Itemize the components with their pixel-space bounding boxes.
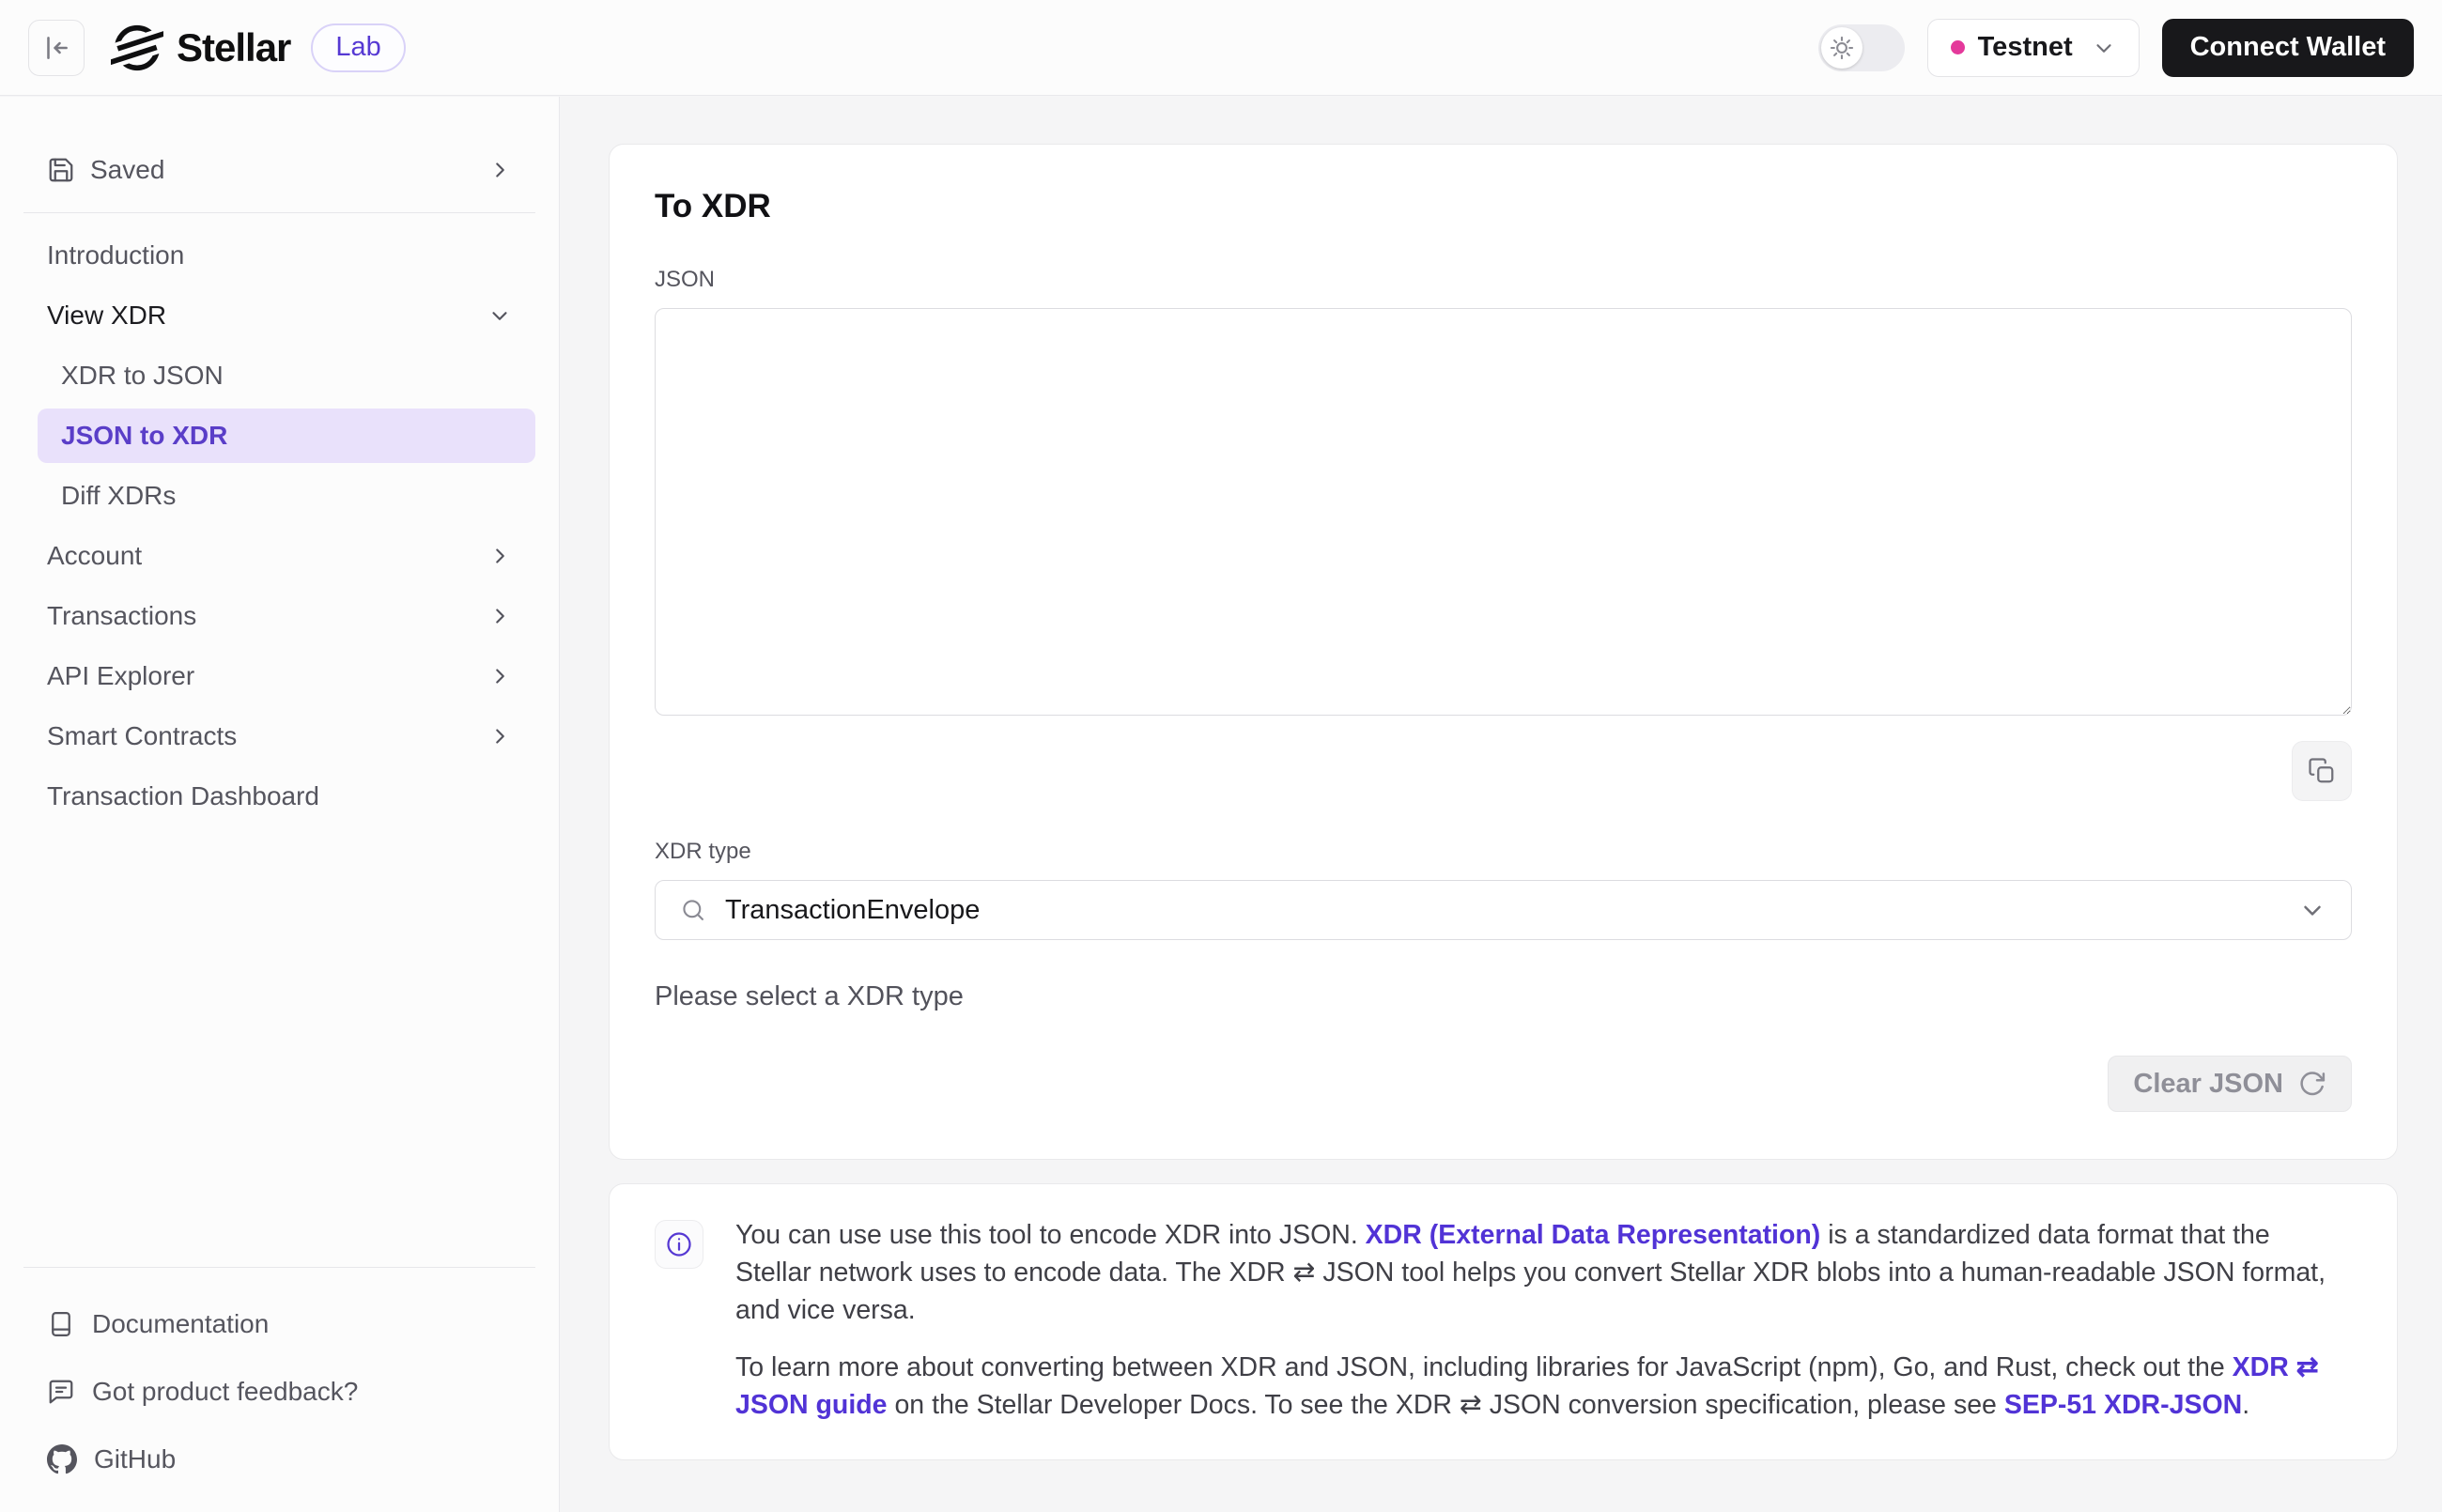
copy-button[interactable] (2292, 741, 2352, 801)
main-content: To XDR JSON XDR type TransactionEnvelope… (560, 97, 2442, 1512)
collapse-sidebar-icon (40, 32, 72, 64)
sidebar-item-label: Transaction Dashboard (47, 781, 320, 810)
sidebar-item-github[interactable]: GitHub (23, 1429, 535, 1489)
sidebar-item-feedback[interactable]: Got product feedback? (23, 1362, 535, 1422)
sidebar-item-label: Transactions (47, 601, 197, 630)
logo-wordmark: Stellar (177, 24, 291, 69)
info-p2-text: . (2242, 1390, 2250, 1420)
chevron-right-icon (487, 724, 512, 748)
theme-toggle[interactable] (1817, 23, 1905, 71)
sidebar-item-account[interactable]: Account (23, 526, 535, 586)
info-p2-text: on the Stellar Developer Docs. To see th… (887, 1390, 2004, 1420)
sidebar-item-documentation[interactable]: Documentation (23, 1294, 535, 1354)
sidebar-item-label: Introduction (47, 240, 185, 270)
validation-message: Please select a XDR type (655, 981, 964, 1011)
network-selector[interactable]: Testnet (1926, 18, 2140, 77)
sidebar-item-label: Got product feedback? (92, 1377, 359, 1406)
copy-icon (2308, 757, 2336, 785)
search-icon (680, 897, 706, 923)
github-icon (47, 1444, 77, 1474)
chevron-down-icon (2092, 36, 2116, 60)
sidebar-item-label: View XDR (47, 301, 167, 330)
sidebar-item-introduction[interactable]: Introduction (23, 225, 535, 285)
sidebar: Saved Introduction View XDR XDR to JSON … (0, 97, 560, 1512)
json-field-label: JSON (655, 267, 716, 292)
sidebar-item-transactions[interactable]: Transactions (23, 586, 535, 646)
sidebar-item-label: Documentation (92, 1309, 270, 1338)
xdr-type-value: TransactionEnvelope (725, 894, 981, 925)
sidebar-item-smart-contracts[interactable]: Smart Contracts (23, 706, 535, 766)
sidebar-item-view-xdr[interactable]: View XDR (23, 285, 535, 346)
clear-json-button[interactable]: Clear JSON (2108, 1056, 2352, 1112)
collapse-sidebar-button[interactable] (28, 19, 85, 76)
info-box: You can use use this tool to encode XDR … (609, 1183, 2398, 1460)
sidebar-divider (23, 212, 535, 213)
sidebar-item-json-to-xdr[interactable]: JSON to XDR (38, 409, 535, 463)
json-textarea[interactable] (655, 308, 2352, 716)
lab-badge: Lab (311, 23, 406, 72)
sidebar-item-diff-xdrs[interactable]: Diff XDRs (38, 469, 535, 523)
sidebar-item-label: JSON to XDR (61, 421, 228, 450)
stellar-logo-icon (111, 22, 163, 74)
sidebar-item-label: Smart Contracts (47, 721, 238, 750)
to-xdr-card: To XDR JSON XDR type TransactionEnvelope… (609, 144, 2398, 1160)
save-icon (47, 156, 75, 184)
network-label: Testnet (1977, 32, 2073, 62)
xdr-type-label: XDR type (655, 839, 751, 864)
sidebar-item-transaction-dashboard[interactable]: Transaction Dashboard (23, 766, 535, 826)
connect-wallet-button[interactable]: Connect Wallet (2161, 18, 2414, 77)
info-p1-text: You can use use this tool to encode XDR … (735, 1220, 1366, 1250)
sidebar-item-label: GitHub (94, 1444, 177, 1473)
sidebar-item-api-explorer[interactable]: API Explorer (23, 646, 535, 706)
page-title: To XDR (655, 188, 771, 224)
info-p2-text: To learn more about converting between X… (735, 1352, 2233, 1382)
chevron-right-icon (487, 664, 512, 688)
sidebar-item-saved[interactable]: Saved (23, 140, 535, 200)
xdr-type-select[interactable]: TransactionEnvelope (655, 880, 2352, 940)
clear-json-label: Clear JSON (2133, 1068, 2283, 1099)
stellar-lab-logo[interactable]: Stellar Lab (111, 22, 406, 74)
sidebar-footer: Documentation Got product feedback? GitH… (23, 1267, 535, 1512)
chevron-down-icon (2298, 896, 2326, 924)
refresh-icon (2298, 1070, 2326, 1098)
sun-icon (1829, 35, 1855, 61)
sep-51-link[interactable]: SEP-51 XDR-JSON (2004, 1390, 2242, 1420)
xdr-representation-link[interactable]: XDR (External Data Representation) (1366, 1220, 1821, 1250)
chevron-right-icon (487, 604, 512, 628)
info-text: You can use use this tool to encode XDR … (735, 1216, 2352, 1424)
sidebar-item-label: Saved (90, 155, 165, 184)
book-icon (47, 1310, 75, 1338)
feedback-bubble-icon (47, 1378, 75, 1406)
chevron-right-icon (487, 544, 512, 568)
sidebar-item-label: Diff XDRs (61, 481, 177, 510)
sidebar-item-label: API Explorer (47, 661, 195, 690)
sidebar-item-xdr-to-json[interactable]: XDR to JSON (38, 348, 535, 403)
info-icon (655, 1220, 703, 1269)
sidebar-item-label: XDR to JSON (61, 361, 224, 390)
chevron-right-icon (487, 158, 512, 182)
chevron-down-icon (487, 303, 512, 328)
top-header: Stellar Lab Testnet Connect Wallet (0, 0, 2442, 96)
network-status-dot (1950, 40, 1965, 54)
sidebar-item-label: Account (47, 541, 143, 570)
